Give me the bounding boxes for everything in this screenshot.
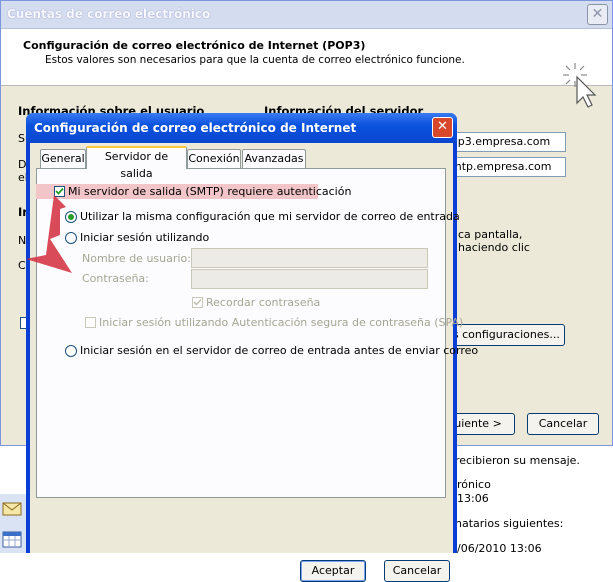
tab-advanced[interactable]: Avanzadas — [242, 149, 306, 168]
label-partial: C — [18, 259, 26, 272]
remember-password-label: Recordar contraseña — [206, 296, 321, 309]
password-label: Contraseña: — [82, 272, 149, 285]
window-title: Cuentas de correo electrónico — [7, 7, 211, 21]
close-icon[interactable]: ✕ — [587, 4, 608, 25]
radio-same-config-label: Utilizar la misma configuración que mi s… — [80, 210, 460, 223]
spa-checkbox[interactable] — [85, 317, 96, 328]
calendar-icon[interactable] — [2, 530, 22, 548]
spa-label: Iniciar sesión utilizando Autenticación … — [99, 316, 464, 329]
pointer-arrow-icon — [26, 195, 72, 273]
radio-login-incoming-label: Iniciar sesión en el servidor de correo … — [80, 344, 479, 357]
close-icon[interactable]: ✕ — [432, 117, 453, 138]
dialog-titlebar: Configuración de correo electrónico de I… — [26, 113, 457, 143]
mail-text: natarios siguientes: — [455, 517, 564, 530]
mail-text: /06/2010 13:06 — [457, 542, 542, 555]
tab-connection[interactable]: Conexión — [187, 149, 241, 168]
wizard-header-title: Configuración de correo electrónico de I… — [23, 39, 366, 52]
outgoing-server-field[interactable]: mtp.empresa.com — [448, 157, 566, 177]
smtp-auth-label: Mi servidor de salida (SMTP) requiere au… — [68, 185, 352, 198]
dialog-title: Configuración de correo electrónico de I… — [34, 121, 357, 135]
side-toolbar — [0, 494, 27, 553]
envelope-icon[interactable] — [2, 500, 22, 518]
radio-login-incoming[interactable] — [65, 345, 77, 357]
internet-email-settings-dialog: Configuración de correo electrónico de I… — [26, 113, 457, 582]
info-text: haciendo clic — [458, 241, 530, 254]
tab-outgoing-server[interactable]: Servidor de salida — [86, 146, 187, 180]
checkmark-icon — [193, 298, 202, 306]
radio-login-using-label: Iniciar sesión utilizando — [80, 231, 210, 244]
ok-button[interactable]: Aceptar — [300, 560, 366, 582]
incoming-server-field[interactable]: op3.empresa.com — [448, 132, 566, 152]
remember-password-checkbox[interactable] — [192, 297, 203, 308]
username-field[interactable] — [191, 248, 428, 268]
mail-text: rónico — [457, 478, 491, 491]
cancel-button[interactable]: Cancelar — [384, 560, 450, 582]
window-titlebar: Cuentas de correo electrónico ✕ — [1, 1, 612, 29]
wizard-header: Configuración de correo electrónico de I… — [1, 29, 612, 108]
mail-text: recibieron su mensaje. — [455, 454, 580, 467]
magic-wand-icon — [563, 63, 597, 108]
mail-text: 13:06 — [457, 492, 489, 505]
info-text: ca pantalla, — [458, 228, 523, 241]
password-field[interactable] — [191, 269, 428, 289]
wizard-header-subtitle: Estos valores son necesarios para que la… — [45, 54, 465, 66]
cancel-button[interactable]: Cancelar — [527, 413, 599, 435]
tab-general[interactable]: General — [40, 149, 86, 168]
username-label: Nombre de usuario: — [82, 252, 191, 265]
